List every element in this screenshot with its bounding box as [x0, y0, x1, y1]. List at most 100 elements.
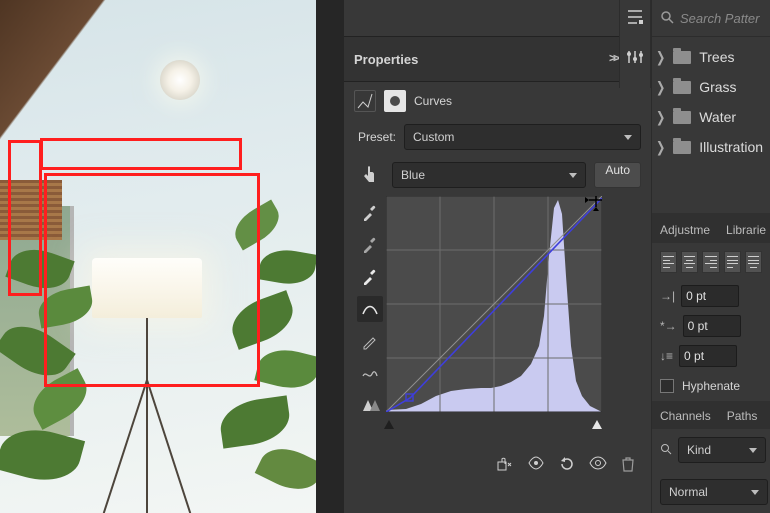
- adjustments-panel-icon[interactable]: [626, 48, 644, 70]
- preview-shape: [103, 380, 148, 513]
- tab-paths[interactable]: Paths: [719, 403, 766, 429]
- folder-label: Grass: [699, 79, 736, 95]
- reset-icon[interactable]: [559, 456, 575, 475]
- space-third-input[interactable]: 0 pt: [679, 345, 737, 367]
- collapse-icon[interactable]: >>: [609, 51, 617, 65]
- space-after-value: 0 pt: [688, 319, 708, 333]
- preview-shape: [217, 395, 292, 448]
- hyphenate-label: Hyphenate: [682, 379, 740, 393]
- align-left-icon[interactable]: [660, 251, 677, 273]
- preset-value: Custom: [413, 130, 454, 144]
- folder-item-illustration[interactable]: ❯ Illustration: [656, 139, 766, 155]
- adjustment-footer: [344, 442, 651, 475]
- edit-points-icon[interactable]: [357, 296, 383, 322]
- chevron-right-icon: ❯: [656, 49, 665, 66]
- right-panels: Search Patter ❯ Trees ❯ Grass ❯ Water ❯ …: [651, 0, 770, 513]
- preview-shape: [254, 343, 316, 394]
- channels-paths-tabs: Channels Paths: [652, 401, 770, 429]
- folder-label: Trees: [699, 49, 734, 65]
- space-after-row: *→ 0 pt: [652, 311, 770, 341]
- visibility-icon[interactable]: [589, 456, 607, 475]
- preview-shape: [146, 380, 148, 513]
- chevron-right-icon: ❯: [656, 109, 665, 126]
- pattern-search[interactable]: Search Patter: [652, 0, 770, 37]
- eyedropper-black-icon[interactable]: [357, 200, 383, 226]
- indent-first-icon[interactable]: *→: [660, 319, 677, 333]
- blend-mode-select[interactable]: Normal: [660, 479, 768, 505]
- preview-shape: [0, 180, 62, 240]
- preview-shape: [228, 200, 286, 251]
- adjust-libraries-tabs: Adjustme Librarie: [652, 213, 770, 243]
- white-point-slider[interactable]: [592, 420, 602, 429]
- clip-warning-icon[interactable]: [357, 392, 383, 418]
- align-center-icon[interactable]: [681, 251, 698, 273]
- tab-libraries[interactable]: Librarie: [718, 217, 770, 243]
- justify-left-icon[interactable]: [724, 251, 741, 273]
- space-third-value: 0 pt: [684, 349, 704, 363]
- layer-mask-icon: [384, 90, 406, 112]
- properties-panel: Properties >> Curves Preset: Custom B: [344, 0, 651, 513]
- channel-select[interactable]: Blue: [392, 162, 586, 188]
- preset-row: Preset: Custom: [344, 120, 651, 158]
- folder-label: Illustration: [699, 139, 763, 155]
- input-sliders[interactable]: [344, 418, 651, 442]
- preview-shape: [160, 60, 200, 100]
- auto-button[interactable]: Auto: [594, 162, 641, 188]
- space-before-value: 0 pt: [686, 289, 706, 303]
- preview-shape: [225, 290, 300, 350]
- clip-to-layer-icon[interactable]: [497, 456, 513, 475]
- character-panel-icon[interactable]: [626, 8, 644, 30]
- space-before-row: →| 0 pt: [652, 281, 770, 311]
- curves-graph[interactable]: [386, 196, 602, 412]
- hyphenate-row[interactable]: Hyphenate: [652, 371, 770, 401]
- justify-center-icon[interactable]: [745, 251, 762, 273]
- eyedropper-gray-icon[interactable]: [357, 232, 383, 258]
- paragraph-align-group: [652, 243, 770, 281]
- blend-row: Normal: [652, 471, 770, 513]
- adjustment-name: Curves: [414, 94, 452, 108]
- folder-icon: [673, 51, 691, 64]
- pattern-folder-list: ❯ Trees ❯ Grass ❯ Water ❯ Illustration: [652, 37, 770, 167]
- chevron-right-icon: ❯: [656, 139, 665, 156]
- folder-icon: [673, 81, 691, 94]
- folder-item-water[interactable]: ❯ Water: [656, 109, 766, 125]
- space-before-input[interactable]: 0 pt: [681, 285, 739, 307]
- channel-row: Blue Auto: [344, 158, 651, 196]
- preview-shape: [146, 380, 191, 513]
- layer-filter-row: Kind: [652, 429, 770, 471]
- document-preview[interactable]: [0, 0, 316, 513]
- folder-item-trees[interactable]: ❯ Trees: [656, 49, 766, 65]
- dock-column: [619, 0, 651, 88]
- search-icon: [660, 10, 674, 27]
- channel-value: Blue: [401, 168, 425, 182]
- search-placeholder: Search Patter: [680, 11, 760, 26]
- indent-left-icon[interactable]: →|: [660, 289, 675, 303]
- folder-item-grass[interactable]: ❯ Grass: [656, 79, 766, 95]
- eyedropper-white-icon[interactable]: [357, 264, 383, 290]
- properties-header[interactable]: Properties >>: [344, 36, 651, 82]
- preset-select[interactable]: Custom: [404, 124, 641, 150]
- preview-shape: [255, 439, 316, 499]
- chevron-right-icon: ❯: [656, 79, 665, 96]
- space-after-input[interactable]: 0 pt: [683, 315, 741, 337]
- smooth-curve-icon[interactable]: [357, 360, 383, 386]
- delete-icon[interactable]: [621, 456, 635, 475]
- draw-curve-icon[interactable]: [357, 328, 383, 354]
- folder-icon: [673, 141, 691, 154]
- curves-tools-column: [354, 196, 386, 418]
- folder-icon: [673, 111, 691, 124]
- view-previous-icon[interactable]: [527, 456, 545, 475]
- preview-shape: [257, 245, 316, 288]
- space-third-row: ↓≡ 0 pt: [652, 341, 770, 371]
- black-point-slider[interactable]: [384, 420, 394, 429]
- hyphenate-checkbox[interactable]: [660, 379, 674, 393]
- blend-mode-value: Normal: [669, 485, 708, 499]
- space-before-icon[interactable]: ↓≡: [660, 349, 673, 363]
- targeted-adjustment-icon[interactable]: [354, 162, 384, 188]
- tab-adjustments[interactable]: Adjustme: [652, 217, 718, 243]
- layer-kind-select[interactable]: Kind: [678, 437, 766, 463]
- preset-label: Preset:: [358, 130, 396, 144]
- align-right-icon[interactable]: [702, 251, 719, 273]
- kind-value: Kind: [687, 443, 711, 457]
- tab-channels[interactable]: Channels: [652, 403, 719, 429]
